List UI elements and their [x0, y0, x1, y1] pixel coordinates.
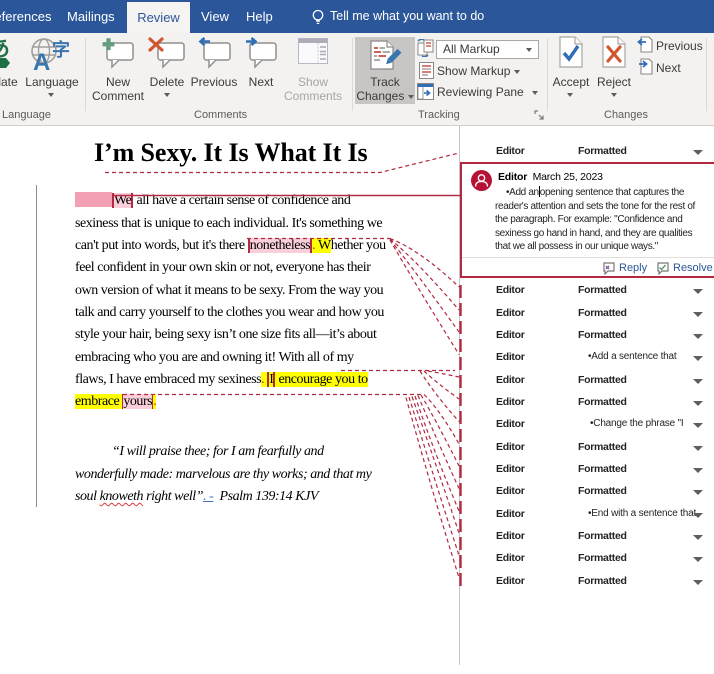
- svg-text:A: A: [33, 49, 50, 74]
- svg-text:あ: あ: [0, 36, 10, 61]
- svg-text:字: 字: [52, 39, 70, 60]
